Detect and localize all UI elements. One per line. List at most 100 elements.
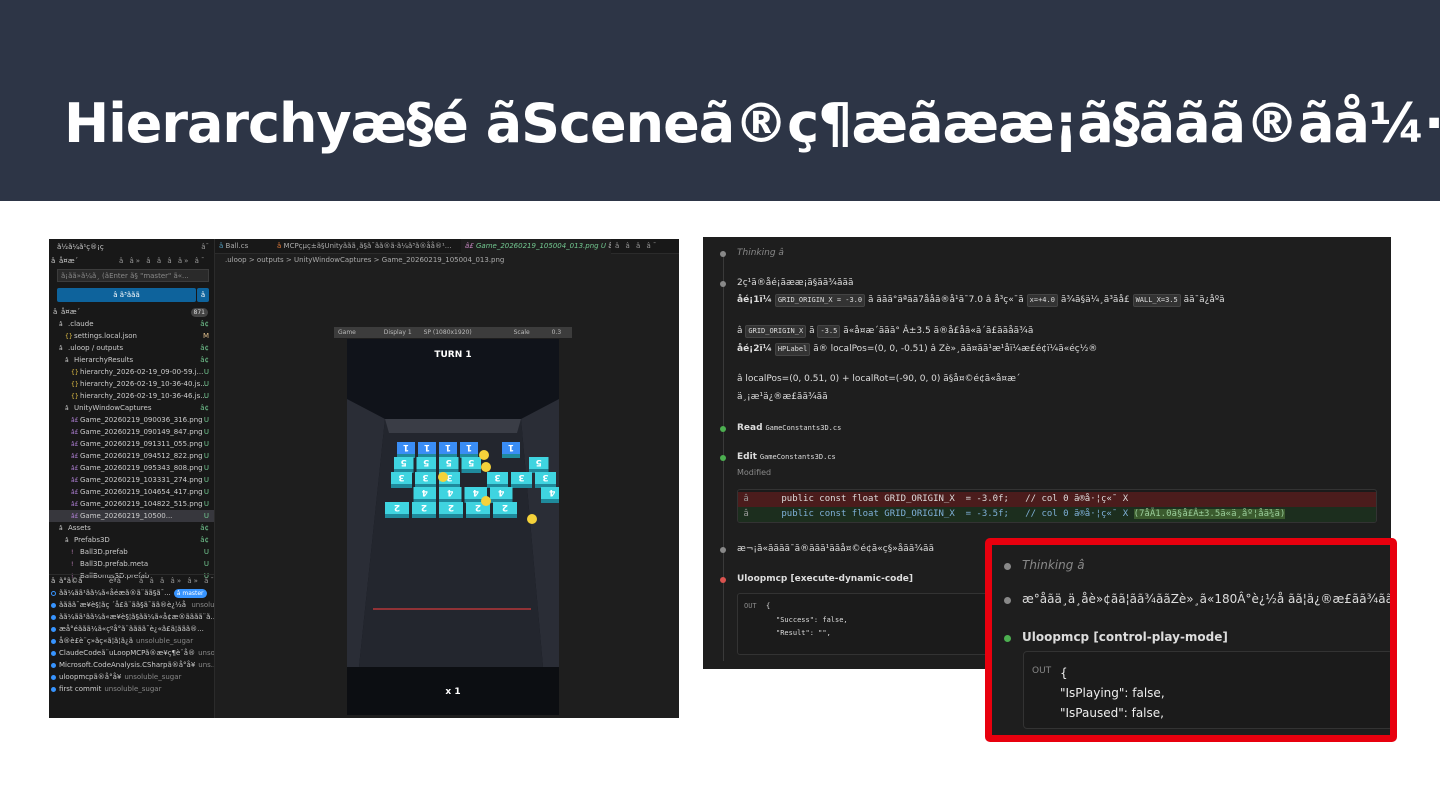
svg-text:5: 5 <box>536 457 542 467</box>
commit-message-input[interactable]: ã¡ãã»ã¼ã¸ (âEnter ã§ "master" ã«... <box>57 269 209 282</box>
svg-text:3: 3 <box>518 472 524 482</box>
file-status: U <box>203 548 209 556</box>
thinking-toggle[interactable]: Thinking â <box>1022 558 1085 572</box>
tree-file[interactable]: â£ Game_20260219_104654_417.png U <box>49 486 214 498</box>
chevron-down-icon[interactable]: â <box>51 575 55 586</box>
tree-file[interactable]: â£ Game_20260219_103331_274.png U <box>49 474 214 486</box>
tree-file[interactable]: {}hierarchy_2026-02-19_10-36-46.js... U <box>49 390 214 402</box>
commit-button[interactable]: â ã³ããã <box>57 288 196 302</box>
tool-output: OUT { "IsPlaying": false, "IsPaused": fa… <box>1023 651 1390 729</box>
game-view: TURN 1 11111555553333334444422222 x 1 <box>347 339 559 715</box>
tab-game-png[interactable]: â£ Game_20260219_105004_013.png U â <box>461 239 611 254</box>
tree-file[interactable]: â£ Game_20260219_104822_515.png U <box>49 498 214 510</box>
tree-item-label: UnityWindowCaptures <box>74 404 152 412</box>
img-icon: â£ <box>71 501 79 508</box>
edit-tool-row[interactable]: Edit GameConstants3D.cs <box>737 452 836 462</box>
resolution-select[interactable]: SP (1080x1920) <box>424 329 472 336</box>
changes-count-badge: 871 <box>190 308 208 317</box>
mcp-tool-call[interactable]: Uloopmcp [execute-dynamic-code] <box>737 574 913 584</box>
file-status: â¢ <box>200 524 209 532</box>
svg-text:4: 4 <box>498 487 504 497</box>
block: 1 <box>460 442 478 458</box>
img-icon: â£ <box>71 477 79 484</box>
tree-file[interactable]: â£ Game_20260219_090149_847.png U <box>49 426 214 438</box>
graph-toolbar-icons[interactable]: â â â â» â» â¯ <box>139 575 214 586</box>
file-status: U <box>203 416 209 424</box>
block: 5 <box>416 457 436 473</box>
display-select[interactable]: Display 1 <box>384 329 412 336</box>
commit-message: æå°éããã¼ã«çºå°ã¨ãã­ãã¯è¿«ã£ã¦ããã®... <box>59 625 204 633</box>
commit-row[interactable]: ãã¼ãã¹ãã¼ã«åéæã®ã¨ãã§ã¯... â master <box>49 587 214 599</box>
tree-folder[interactable]: â .claude â¢ <box>49 318 214 330</box>
tree-file[interactable]: â£ Game_20260219_094512_822.png U <box>49 450 214 462</box>
problem2-line: åé¡2ï¼ HPLabel ã® localPos=(0, 0, -0.51)… <box>737 343 1098 356</box>
commit-row[interactable]: æå°éããã¼ã«çºå°ã¨ãã­ãã¯è¿«ã£ã¦ããã®... <box>49 623 214 635</box>
tree-file[interactable]: ! Ball3D.prefab.meta U <box>49 558 214 570</box>
graph-auto-label[interactable]: èªå <box>109 575 121 586</box>
svg-text:1: 1 <box>403 442 409 452</box>
tree-folder[interactable]: â Prefabs3D â¢ <box>49 534 214 546</box>
graph-section-label[interactable]: ã°ã©ã <box>59 575 82 586</box>
commit-dot-icon <box>51 650 56 656</box>
tab-mcp-doc[interactable]: â MCPçµç±ã§Unityãã­ã¸ã§ã¯ãã®ã·ã¼ã³ã®åå®¹… <box>277 239 459 254</box>
mcp-tool-call[interactable]: Uloopmcp [control-play-mode] <box>1022 630 1228 644</box>
tree-folder[interactable]: â .uloop / outputs â¢ <box>49 342 214 354</box>
commit-row[interactable]: å®è£è¨ç»ãç«ã¦ã¦ã¿ã unsoluble_sugar <box>49 635 214 647</box>
file-status: U <box>203 428 209 436</box>
tree-item-label: .claude <box>68 320 94 328</box>
changes-group-label[interactable]: å¤æ´ <box>61 306 80 318</box>
tree-file[interactable]: â£ Game_20260219_091311_055.png U <box>49 438 214 450</box>
more-icon[interactable]: â¯ <box>201 241 209 253</box>
tab-ball-cs[interactable]: â Ball.cs <box>215 239 275 254</box>
commit-row[interactable]: ClaudeCodeã¨uLoopMCPã®æ¥ç¶è¨­å®unsol... <box>49 647 215 659</box>
tree-file[interactable]: ! Ball3D.prefab U <box>49 546 214 558</box>
close-icon[interactable]: â <box>608 242 611 250</box>
tree-folder[interactable]: â HierarchyResults â¢ <box>49 354 214 366</box>
thinking-toggle[interactable]: Thinking â <box>737 248 784 258</box>
commit-row[interactable]: ãã¼ãã¹ãã¼ã«æ¥è§¦ã§ãã¼ã«å¢æ®ãããã¨ã... <box>49 611 214 623</box>
block: 2 <box>493 502 517 518</box>
tree-file[interactable]: â£ Game_20260219_10500... U <box>49 510 214 522</box>
chevron-down-icon[interactable]: â <box>51 255 55 267</box>
tree-folder[interactable]: â UnityWindowCaptures â¢ <box>49 402 214 414</box>
tree-item-label: Assets <box>68 524 91 532</box>
read-tool-row[interactable]: Read GameConstants3D.cs <box>737 423 841 433</box>
ball <box>527 514 537 524</box>
file-status: U <box>203 500 209 508</box>
file-status: U <box>203 512 209 520</box>
both-fix-line: ä¸¡æ¹ä¿®æ­£ãã¾ãã <box>737 392 828 402</box>
commit-message: first commit <box>59 685 102 693</box>
tree-file[interactable]: {}hierarchy_2026-02-19_10-36-40.js... U <box>49 378 214 390</box>
block: 1 <box>418 442 436 458</box>
tree-file[interactable]: â£ Game_20260219_095343_808.png U <box>49 462 214 474</box>
scm-toolbar-icons[interactable]: â â» â â â â» â¯ <box>119 255 206 267</box>
commit-row[interactable]: Microsoft.CodeAnalysis.CSharpã®å°å¥uns..… <box>49 659 214 671</box>
ball <box>479 450 489 460</box>
tree-file[interactable]: {}hierarchy_2026-02-19_09-00-59.j... U <box>49 366 214 378</box>
tree-item-label: Game_20260219_103331_274.png <box>80 476 203 484</box>
commit-row[interactable]: ãã­ãã¯æ¥è§¦ãç ´å£ã¨ãã§ã¯ãã®è¿½å unsolu..… <box>49 599 214 611</box>
editor-actions[interactable]: â â â â¯ <box>615 239 675 254</box>
commit-row[interactable]: first commit unsoluble_sugar <box>49 683 214 695</box>
tree-file[interactable]: {}settings.local.json M <box>49 330 214 342</box>
svg-text:2: 2 <box>502 502 508 512</box>
block: 2 <box>412 502 436 518</box>
sidebar-title: ã½ã¼ã¹ç®¡ç <box>57 243 104 251</box>
game-view-select[interactable]: Game <box>338 329 356 336</box>
tree-file[interactable]: â£ Game_20260219_090036_316.png U <box>49 414 214 426</box>
svg-text:2: 2 <box>394 502 400 512</box>
block: 2 <box>439 502 463 518</box>
tree-item-label: hierarchy_2026-02-19_09-00-59.j... <box>80 368 204 376</box>
tree-folder[interactable]: â Assets â¢ <box>49 522 214 534</box>
breadcrumb[interactable]: .uloop > outputs > UnityWindowCaptures >… <box>225 256 504 264</box>
svg-text:3: 3 <box>398 472 404 482</box>
changes-section-label[interactable]: å¤æ´ <box>59 255 78 267</box>
edit-status: Modified <box>737 468 772 477</box>
file-status: â¢ <box>200 356 209 364</box>
chevron-down-icon[interactable]: â <box>53 306 57 318</box>
commit-author: unsol... <box>198 649 215 657</box>
commit-dropdown-button[interactable]: â <box>197 288 209 302</box>
folder-icon: â <box>65 537 69 544</box>
tree-item-label: .uloop / outputs <box>68 344 124 352</box>
commit-row[interactable]: uloopmcpã®å°å¥ unsoluble_sugar <box>49 671 214 683</box>
